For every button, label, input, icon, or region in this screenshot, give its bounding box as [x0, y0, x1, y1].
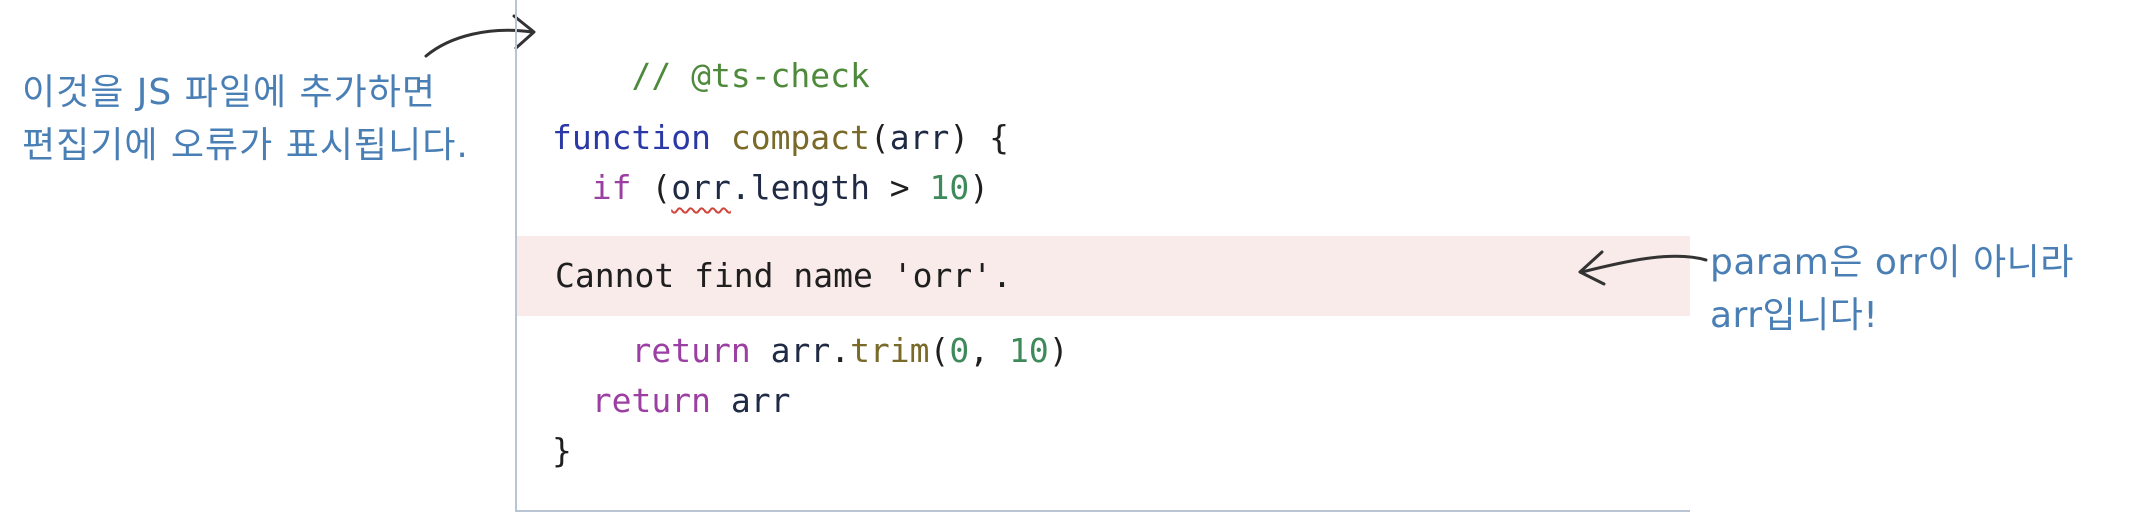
param-name: arr	[889, 118, 950, 157]
greater-than-operator: >	[869, 168, 930, 207]
ts-check-comment: // @ts-check	[631, 56, 870, 95]
trim-arg-2: 10	[1009, 331, 1049, 370]
if-paren-open: (	[651, 168, 672, 207]
comma: ,	[969, 331, 1010, 370]
left-annotation-line-1: 이것을 JS 파일에 추가하면	[22, 72, 436, 113]
trim-paren-close: )	[1048, 331, 1069, 370]
trim-arg-1: 0	[949, 331, 970, 370]
code-line-return-trim: return arr.trim(0, 10)	[552, 331, 1069, 371]
number-literal: 10	[929, 168, 970, 207]
error-message: Cannot find name 'orr'.	[555, 256, 1012, 295]
error-tooltip: Cannot find name 'orr'.	[517, 236, 1690, 316]
paren-open: (	[869, 118, 890, 157]
code-line-if: if (orr.length > 10)	[552, 168, 989, 208]
paren-close-brace: ) {	[949, 118, 1009, 157]
code-editor[interactable]: // @ts-check function compact(arr) { if …	[515, 0, 1690, 512]
left-annotation: 이것을 JS 파일에 추가하면 편집기에 오류가 표시됩니다.	[22, 66, 469, 172]
return-keyword: return	[631, 331, 751, 370]
code-line-return: return arr	[552, 381, 791, 421]
dot: .	[830, 331, 851, 370]
code-line-closing-brace: }	[552, 431, 572, 470]
left-annotation-line-2: 편집기에 오류가 표시됩니다.	[22, 125, 469, 166]
function-name: compact	[730, 118, 870, 157]
arr-identifier-2: arr	[730, 381, 791, 420]
function-keyword: function	[552, 118, 711, 157]
return-keyword-2: return	[591, 381, 711, 420]
if-paren-close: )	[969, 168, 990, 207]
trim-paren-open: (	[929, 331, 950, 370]
code-line-function: function compact(arr) {	[552, 118, 1009, 158]
right-annotation-line-2: arr입니다!	[1710, 295, 1879, 336]
arr-identifier: arr	[770, 331, 831, 370]
error-identifier[interactable]: orr	[671, 168, 731, 207]
right-annotation: param은 orr이 아니라 arr입니다!	[1710, 236, 2074, 342]
right-annotation-line-1: param은 orr이 아니라	[1710, 242, 2074, 283]
trim-method: trim	[850, 331, 930, 370]
length-property: .length	[730, 168, 870, 207]
arrow-to-error-icon	[1578, 250, 1708, 286]
if-keyword: if	[591, 168, 632, 207]
